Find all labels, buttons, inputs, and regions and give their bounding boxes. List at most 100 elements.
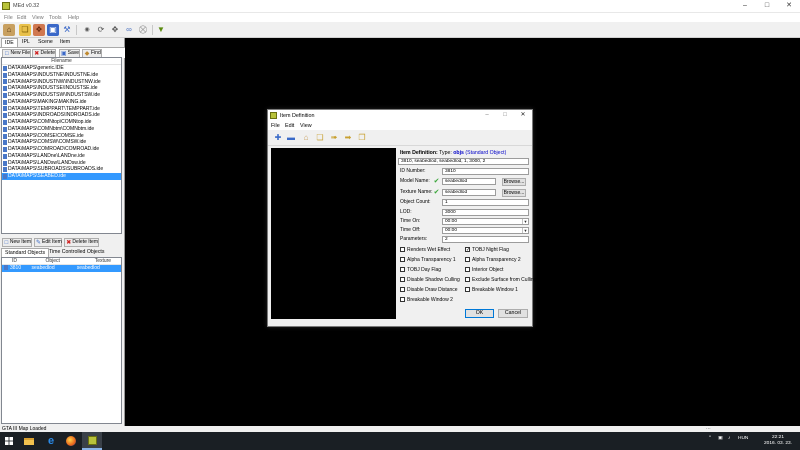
flag-checkbox[interactable]: TOBJ Day Flag [400,266,441,273]
edit-item-button[interactable]: ✎ Edit Item [34,238,62,247]
time-off-select[interactable]: 00:00 ▼ [442,227,529,234]
object-count-input[interactable]: 1 [442,199,529,206]
menu-tools[interactable]: Tools [49,15,62,21]
dialog-menu-view[interactable]: View [300,123,312,129]
col-texture-header[interactable]: Texture [77,258,121,264]
menu-edit[interactable]: Edit [17,15,26,21]
model-name-input[interactable]: seabedlod [442,178,496,185]
texture-browse-button[interactable]: Browse... [502,188,526,197]
table-row[interactable]: 3810 seabedlod seabedlod [2,265,121,272]
col-object-header[interactable]: Object [32,258,77,264]
delete-object-icon[interactable]: ⛒ [137,24,149,36]
list-item[interactable]: DATA\MAPS\generic.IDE [2,65,121,72]
flag-checkbox[interactable]: ✓ TOBJ Night Flag [465,246,509,253]
tools-icon[interactable]: ⚒ [61,24,73,36]
windows-start-icon[interactable] [0,432,18,450]
tab-item[interactable]: Item [57,38,73,47]
select-icon[interactable]: ◉ [81,24,93,36]
home-icon[interactable]: ⌂ [3,24,15,36]
home-icon[interactable]: ⌂ [301,133,311,143]
dialog-maximize-icon[interactable]: □ [496,110,514,121]
flag-checkbox[interactable]: Disable Draw Distance [400,286,458,293]
list-item[interactable]: DATA\MAPS\COMSE\COMSE.ide [2,133,121,140]
new-item-button[interactable]: □ New Item [2,238,32,247]
list-item[interactable]: DATA\MAPS\INDUSTSE\INDUSTSE.ide [2,85,121,92]
list-item[interactable]: DATA\MAPS\COMSW\COMSW.ide [2,139,121,146]
checkbox-empty-icon[interactable] [465,267,470,272]
file-list-header[interactable]: Filename [2,58,121,65]
list-item[interactable]: DATA\MAPS\INDUSTNW\INDUSTNW.ide [2,79,121,86]
model-preview[interactable] [271,148,396,319]
file-list[interactable]: Filename DATA\MAPS\generic.IDE DATA\MAPS\… [1,57,122,234]
properties-icon[interactable]: ❖ [33,24,45,36]
list-item[interactable]: DATA\MAPS\INDROADS\INDROADS.ide [2,112,121,119]
tab-standard-objects[interactable]: Standard Objects [1,248,50,257]
drop-icon[interactable]: ▼ [155,24,167,36]
open-folder-icon[interactable]: ❏ [19,24,31,36]
volume-icon[interactable]: ♪ [728,436,730,441]
ok-button[interactable]: OK [465,309,494,318]
checkbox-empty-icon[interactable] [465,277,470,282]
flag-checkbox[interactable]: Exclude Surface from Culling [465,276,536,283]
keyboard-language[interactable]: HUN [738,436,748,441]
link-icon[interactable]: ∞ [123,24,135,36]
list-item[interactable]: DATA\MAPS\MAKING\MAKING.ide [2,99,121,106]
list-item[interactable]: DATA\MAPS\LANDne\LANDne.ide [2,153,121,160]
list-item[interactable]: DATA\MAPS\COMNbtm\COMNbtm.ide [2,126,121,133]
clock[interactable]: 22:21 2016. 03. 23. [760,435,796,446]
list-item[interactable]: DATA\MAPS\COMNtop\COMNtop.ide [2,119,121,126]
checkbox-empty-icon[interactable] [400,287,405,292]
checkbox-checked-icon[interactable]: ✓ [465,247,470,253]
save-disk-icon[interactable]: ▣ [47,24,59,36]
checkbox-empty-icon[interactable] [400,277,405,282]
parameters-input[interactable]: 2 [442,236,529,243]
flag-checkbox[interactable]: Breakable Window 2 [400,296,453,303]
maximize-icon[interactable]: □ [756,0,778,12]
dialog-close-icon[interactable]: ✕ [514,110,532,121]
list-item[interactable]: DATA\MAPS\TEMPPART\TEMPPART.ide [2,106,121,113]
med-taskbar-button[interactable] [82,432,102,450]
export-icon[interactable]: ➠ [329,133,339,143]
tray-chevron-icon[interactable]: ⌃ [708,436,712,441]
tab-ide[interactable]: IDE [1,38,18,47]
flag-checkbox[interactable]: Alpha Transparency 1 [400,256,456,263]
dialog-minimize-icon[interactable]: – [478,110,496,121]
texture-name-input[interactable]: seabedlod [442,189,496,196]
minimize-icon[interactable]: – [734,0,756,12]
tab-ipl[interactable]: IPL [19,38,33,47]
file-explorer-icon[interactable] [20,432,38,450]
copy-icon[interactable]: ❐ [357,133,367,143]
raw-definition-input[interactable]: 3810, seabedlod, seabedlod, 1, 3000, 2 [398,158,529,165]
tab-scene[interactable]: Scene [35,38,56,47]
list-item[interactable]: DATA\MAPS\SUBROADS\SUBROADS.ide [2,166,121,173]
network-icon[interactable]: ▣ [718,436,723,441]
edge-browser-icon[interactable]: e [42,432,60,450]
add-icon[interactable]: ✚ [273,133,283,143]
checkbox-empty-icon[interactable] [465,287,470,292]
list-item[interactable]: DATA\MAPS\COMROAD\COMROAD.ide [2,146,121,153]
delete-item-button[interactable]: ✖ Delete Item [64,238,99,247]
list-item[interactable]: DATA\MAPS\LANDsw\LANDsw.ide [2,160,121,167]
list-item[interactable]: DATA\MAPS\SEABED.ide [2,173,121,181]
import-icon[interactable]: ➡ [343,133,353,143]
checkbox-empty-icon[interactable] [465,257,470,262]
firefox-icon[interactable] [62,432,80,450]
lod-input[interactable]: 3000 [442,209,529,216]
remove-icon[interactable]: ▬ [286,133,296,143]
chevron-down-icon[interactable]: ▼ [522,219,528,224]
menu-help[interactable]: Help [68,15,79,21]
folder-icon[interactable]: ❏ [315,133,325,143]
object-table[interactable]: ID Object Texture 3810 seabedlod seabedl… [1,257,122,424]
checkbox-empty-icon[interactable] [400,257,405,262]
time-on-select[interactable]: 00:00 ▼ [442,218,529,225]
id-number-input[interactable]: 3810 [442,168,529,175]
flag-checkbox[interactable]: Alpha Transparency 2 [465,256,521,263]
list-item[interactable]: DATA\MAPS\INDUSTNE\INDUSTNE.ide [2,72,121,79]
checkbox-empty-icon[interactable] [400,247,405,252]
col-id-header[interactable]: ID [2,258,32,264]
close-icon[interactable]: ✕ [778,0,800,12]
dialog-menu-edit[interactable]: Edit [285,123,294,129]
cancel-button[interactable]: Cancel [498,309,528,318]
move-icon[interactable]: ✥ [109,24,121,36]
checkbox-empty-icon[interactable] [400,297,405,302]
